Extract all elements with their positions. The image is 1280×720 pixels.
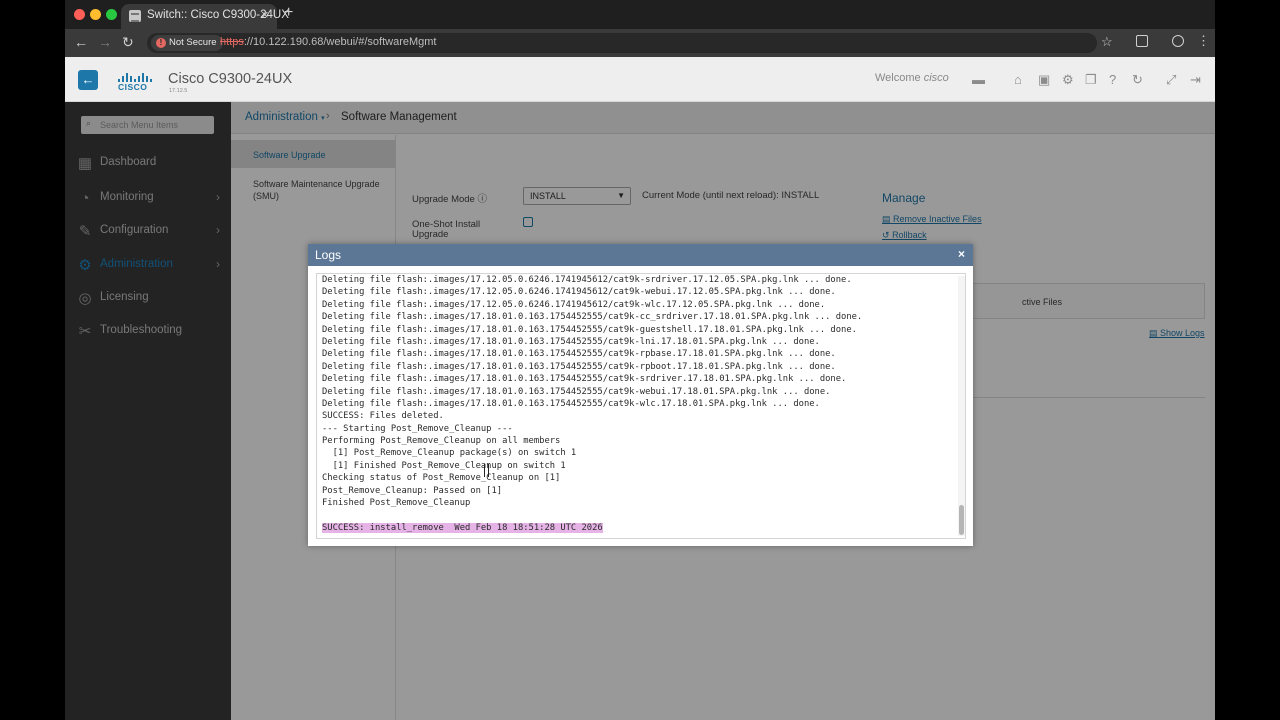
log-line: Deleting file flash:.images/17.12.05.0.6… — [322, 275, 852, 285]
window-close-button[interactable] — [74, 9, 85, 20]
log-line: Deleting file flash:.images/17.18.01.0.1… — [322, 398, 820, 409]
browser-menu-icon[interactable]: ⋮ — [1197, 33, 1210, 49]
security-chip[interactable]: ! Not Secure — [151, 35, 223, 51]
log-line: Deleting file flash:.images/17.18.01.0.1… — [322, 312, 863, 323]
reload-icon[interactable]: ↻ — [122, 34, 134, 51]
browser-tab[interactable]: Switch:: Cisco C9300-24UX × — [121, 4, 289, 29]
log-line: [1] Post_Remove_Cleanup package(s) on sw… — [322, 448, 577, 459]
device-icon[interactable]: ▬ — [972, 72, 985, 87]
log-text: Deleting file flash:.images/17.12.05.0.6… — [322, 274, 862, 534]
address-bar[interactable]: ! Not Secure https://10.122.190.68/webui… — [147, 33, 1097, 53]
logs-modal: Logs × Deleting file flash:.images/17.12… — [308, 244, 973, 546]
cast-icon[interactable] — [1136, 35, 1148, 47]
modal-header: Logs × — [308, 244, 973, 266]
warning-icon: ! — [156, 38, 166, 48]
log-line: Deleting file flash:.images/17.18.01.0.1… — [322, 386, 831, 397]
welcome-label: Welcome — [875, 72, 921, 84]
app-header: ← CISCO Cisco C9300-24UX 17.12.5 Welcome… — [65, 57, 1215, 102]
log-output[interactable]: Deleting file flash:.images/17.12.05.0.6… — [316, 273, 966, 539]
log-line: [1] Finished Post_Remove_Cleanup on swit… — [322, 460, 566, 471]
logout-icon[interactable]: ⇥ — [1190, 72, 1201, 88]
username: cisco — [923, 72, 949, 84]
bookmark-star-icon[interactable]: ☆ — [1101, 34, 1113, 50]
cisco-logo: CISCO — [115, 70, 153, 92]
log-line: Deleting file flash:.images/17.18.01.0.1… — [322, 361, 836, 372]
log-line: SUCCESS: install_remove Wed Feb 18 18:51… — [322, 522, 603, 533]
log-line: Finished Post_Remove_Cleanup — [322, 498, 471, 509]
device-version: 17.12.5 — [169, 88, 188, 94]
log-line: Deleting file flash:.images/17.18.01.0.1… — [322, 336, 820, 347]
close-icon[interactable]: × — [958, 247, 965, 261]
log-line: SUCCESS: Files deleted. — [322, 411, 444, 422]
clipboard-icon[interactable]: ❐ — [1085, 72, 1097, 88]
log-line: Post_Remove_Cleanup: Passed on [1] — [322, 485, 503, 496]
profile-icon[interactable] — [1172, 35, 1184, 47]
browser-window: Switch:: Cisco C9300-24UX × + ← → ↻ ! No… — [65, 0, 1215, 720]
save-icon[interactable]: ▣ — [1038, 72, 1050, 88]
home-icon[interactable]: ⌂ — [1014, 72, 1022, 87]
url-path: ://10.122.190.68/webui/#/softwareMgmt — [243, 36, 437, 48]
log-line: Deleting file flash:.images/17.12.05.0.6… — [322, 287, 836, 298]
log-line: Checking status of Post_Remove_Cleanup o… — [322, 473, 561, 484]
text-cursor-icon — [484, 464, 489, 477]
security-label: Not Secure — [169, 37, 217, 48]
log-line: Deleting file flash:.images/17.18.01.0.1… — [322, 349, 836, 360]
window-zoom-button[interactable] — [106, 9, 117, 20]
browser-toolbar: ← → ↻ ! Not Secure https://10.122.190.68… — [65, 29, 1215, 57]
refresh-icon[interactable]: ↻ — [1132, 72, 1143, 88]
log-line: Deleting file flash:.images/17.18.01.0.1… — [322, 324, 857, 335]
help-icon[interactable]: ? — [1109, 72, 1116, 87]
url-scheme: https — [220, 36, 244, 48]
back-icon[interactable]: ← — [74, 34, 88, 50]
back-arrow-icon[interactable]: ← — [78, 70, 98, 90]
cisco-wordmark: CISCO — [118, 82, 148, 92]
welcome-text: Welcome cisco — [875, 72, 949, 84]
settings-gear-icon[interactable]: ⚙ — [1062, 72, 1074, 88]
log-line: Deleting file flash:.images/17.18.01.0.1… — [322, 374, 847, 385]
url-text: https://10.122.190.68/webui/#/softwareMg… — [220, 36, 436, 48]
window-minimize-button[interactable] — [90, 9, 101, 20]
scroll-thumb[interactable] — [959, 505, 964, 535]
expand-icon[interactable]: ⤢ — [1166, 72, 1176, 88]
modal-title: Logs — [315, 248, 342, 262]
tab-close-button[interactable]: × — [261, 7, 269, 22]
device-name: Cisco C9300-24UX — [168, 71, 293, 87]
log-line: Performing Post_Remove_Cleanup on all me… — [322, 436, 561, 447]
log-line: Deleting file flash:.images/17.12.05.0.6… — [322, 299, 826, 310]
cisco-favicon-icon — [129, 10, 141, 22]
new-tab-button[interactable]: + — [284, 4, 293, 22]
forward-icon[interactable]: → — [98, 34, 112, 50]
log-scrollbar[interactable] — [958, 276, 965, 536]
log-line: --- Starting Post_Remove_Cleanup --- — [322, 423, 513, 434]
tab-strip: Switch:: Cisco C9300-24UX × + — [65, 0, 1215, 29]
